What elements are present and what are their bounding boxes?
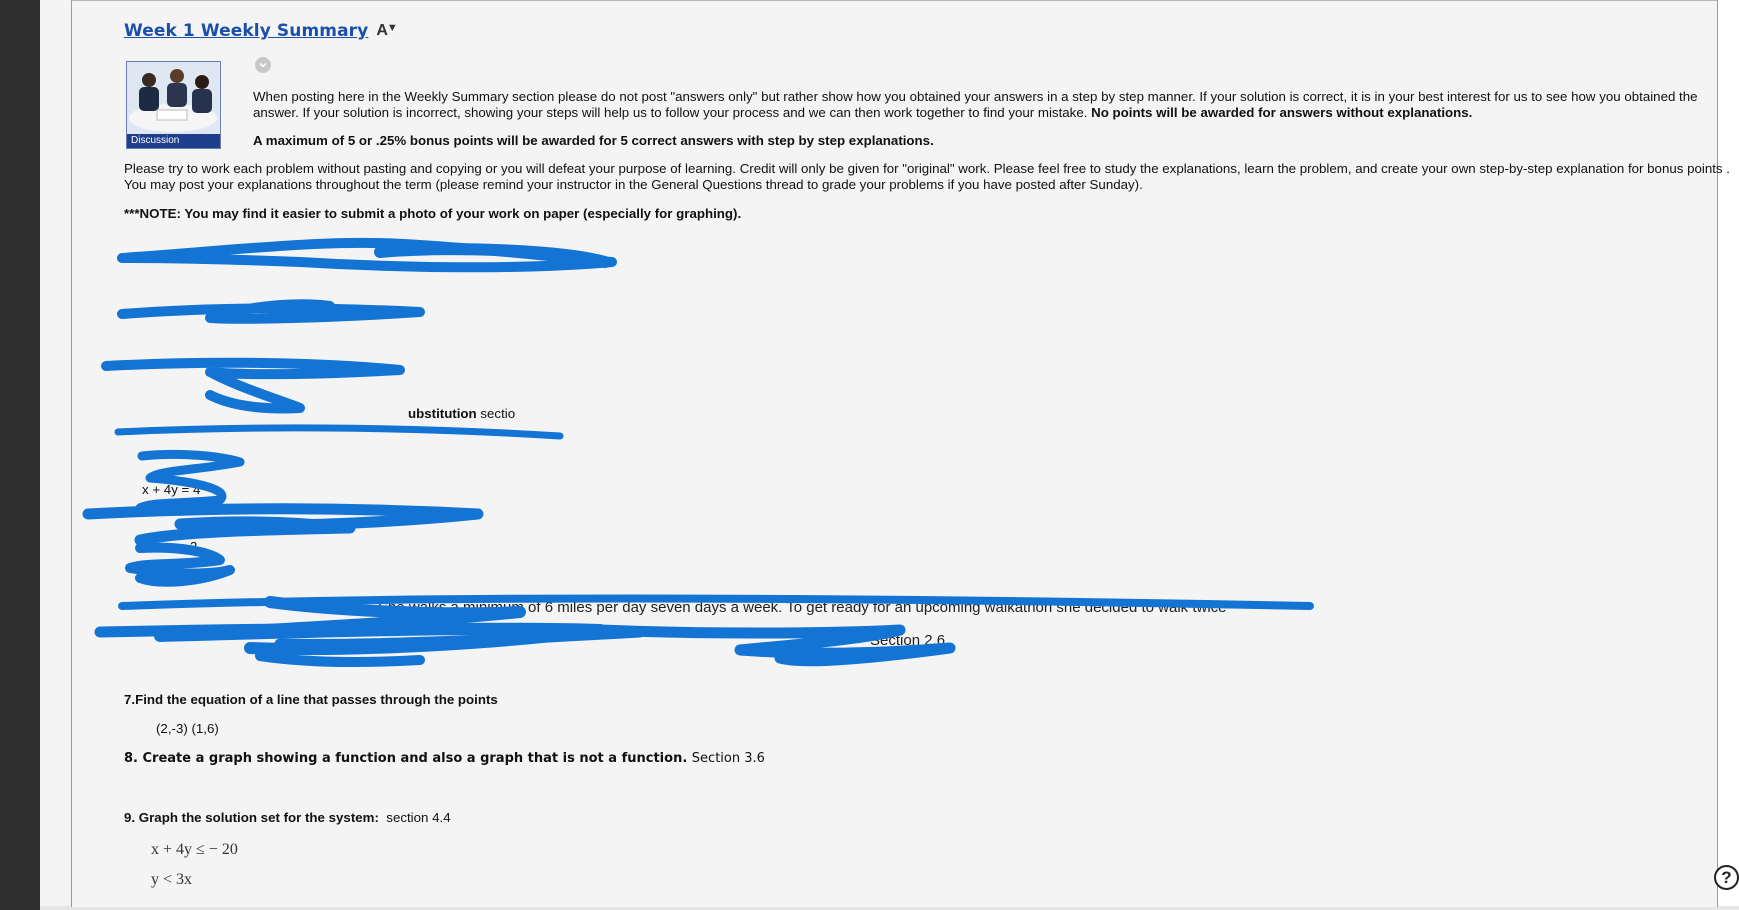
- q9-inequality-2: y < 3x: [151, 871, 193, 888]
- intro-bold-text: No points will be awarded for answers wi…: [1091, 105, 1473, 120]
- q8-section: Section 3.6: [691, 751, 765, 766]
- help-icon[interactable]: ?: [1714, 865, 1739, 890]
- bonus-text: A maximum of 5 or .25% bonus points will…: [253, 133, 934, 148]
- q8-question: 8. Create a graph showing a function and…: [124, 751, 765, 766]
- q6-section: Section 2.6: [870, 632, 946, 649]
- content-gutter: [40, 0, 71, 910]
- q7-label: 7.Find the equation of a line that passe…: [124, 692, 498, 707]
- q9-section: section 4.4: [386, 810, 451, 825]
- intro-text: When posting here in the Weekly Summary …: [253, 89, 1698, 120]
- right-margin: [1717, 0, 1739, 910]
- q5-y: y: [146, 569, 153, 584]
- page-title-link[interactable]: Week 1 Weekly Summary: [124, 21, 368, 41]
- intro-paragraph: When posting here in the Weekly Summary …: [253, 89, 1733, 121]
- q8-label: 8. Create a graph showing a function and…: [124, 751, 688, 766]
- q4-equation: x + 4y = 4: [142, 482, 201, 497]
- q7-points: (2,-3) (1,6): [156, 721, 219, 736]
- note-text: ***NOTE: You may find it easier to submi…: [124, 206, 742, 221]
- discussion-image: Discussion: [126, 61, 221, 149]
- discussion-content: Week 1 Weekly Summary A ▼ Discussion When…: [71, 0, 1739, 907]
- text-size-icon[interactable]: A ▼: [376, 22, 397, 40]
- q9-question: 9. Graph the solution set for the system…: [124, 810, 451, 825]
- left-sidebar: [0, 0, 40, 910]
- q9-label: 9. Graph the solution set for the system…: [124, 810, 379, 825]
- discussion-label: Discussion: [127, 134, 220, 148]
- q4-section: sectio: [480, 406, 516, 421]
- q4-visible-word: ubstitution: [408, 406, 477, 421]
- q9-inequality-1: x + 4y ≤ − 20: [151, 841, 238, 858]
- q6-text: She walks a minimum of 6 miles per day s…: [378, 599, 1227, 616]
- business-people-illustration: [127, 62, 220, 134]
- chevron-down-icon[interactable]: [255, 57, 271, 73]
- title-row: Week 1 Weekly Summary A ▼: [124, 21, 398, 41]
- q4-partial: ubstitution sectio: [408, 406, 515, 421]
- instructions-paragraph: Please try to work each problem without …: [124, 161, 1730, 192]
- q5-value: 3: [190, 539, 198, 554]
